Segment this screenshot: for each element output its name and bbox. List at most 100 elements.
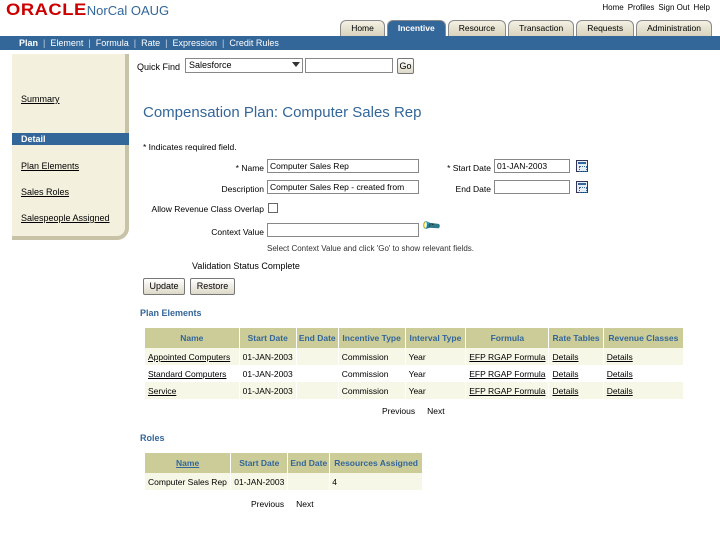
plan-elements-table: Name Start Date End Date Incentive Type … bbox=[145, 328, 685, 399]
context-value-label: Context Value bbox=[211, 227, 264, 237]
validation-status: Validation Status Complete bbox=[192, 261, 300, 271]
global-links: Home Profiles Sign Out Help bbox=[602, 3, 710, 12]
update-button[interactable]: Update bbox=[143, 278, 185, 295]
page-title: Compensation Plan: Computer Sales Rep bbox=[143, 104, 422, 121]
roles-table: Name Start Date End Date Resources Assig… bbox=[145, 453, 423, 490]
table-cell: 01-JAN-2003 bbox=[239, 365, 297, 382]
plan-elements-pager: Previous Next bbox=[382, 406, 445, 416]
formula-link[interactable]: EFP RGAP Formula bbox=[465, 348, 550, 365]
column-header[interactable]: End Date bbox=[287, 453, 331, 473]
subnav-credit-rules[interactable]: Credit Rules bbox=[224, 38, 284, 48]
required-note: * Indicates required field. bbox=[143, 142, 237, 152]
table-cell: Commission bbox=[338, 382, 406, 399]
formula-link[interactable]: EFP RGAP Formula bbox=[465, 365, 550, 382]
column-header[interactable]: Interval Type bbox=[405, 328, 467, 348]
table-cell: Commission bbox=[338, 348, 406, 365]
next-link[interactable]: Next bbox=[296, 499, 313, 509]
tab-administration[interactable]: Administration bbox=[636, 20, 712, 36]
tab-transaction[interactable]: Transaction bbox=[508, 20, 575, 36]
column-header[interactable]: Formula bbox=[465, 328, 550, 348]
element-name-link[interactable]: Service bbox=[145, 382, 240, 399]
table-cell: Commission bbox=[338, 365, 406, 382]
name-label: * Name bbox=[235, 163, 264, 173]
rate-tables-details-link[interactable]: Details bbox=[548, 365, 604, 382]
previous-link[interactable]: Previous bbox=[251, 499, 284, 509]
plan-elements-title: Plan Elements bbox=[140, 308, 202, 318]
next-link[interactable]: Next bbox=[427, 406, 444, 416]
description-field[interactable]: Computer Sales Rep - created from bbox=[267, 180, 419, 194]
calendar-icon[interactable] bbox=[576, 181, 588, 193]
end-date-field[interactable] bbox=[494, 180, 570, 194]
subnav-plan[interactable]: Plan bbox=[14, 38, 43, 48]
tab-resource[interactable]: Resource bbox=[447, 20, 507, 36]
revenue-classes-details-link[interactable]: Details bbox=[603, 365, 685, 382]
formula-link[interactable]: EFP RGAP Formula bbox=[465, 382, 550, 399]
quick-find-selected: Salesforce bbox=[189, 60, 232, 70]
sidenav-sales-roles[interactable]: Sales Roles bbox=[21, 187, 69, 197]
table-cell bbox=[287, 473, 331, 490]
start-date-field[interactable]: 01-JAN-2003 bbox=[494, 159, 570, 173]
tab-home[interactable]: Home bbox=[340, 20, 385, 36]
side-navigation: Summary Detail Plan Elements Sales Roles… bbox=[12, 54, 129, 240]
sidenav-detail[interactable]: Detail bbox=[12, 133, 129, 145]
roles-title: Roles bbox=[140, 433, 165, 443]
help-link[interactable]: Help bbox=[694, 3, 710, 12]
column-header[interactable]: Name bbox=[145, 328, 240, 348]
subnav-rate[interactable]: Rate bbox=[136, 38, 165, 48]
search-flashlight-icon[interactable]: 🔦 bbox=[420, 215, 443, 238]
quick-find-input[interactable] bbox=[305, 58, 393, 73]
column-header[interactable]: Revenue Classes bbox=[603, 328, 685, 348]
profiles-link[interactable]: Profiles bbox=[628, 3, 655, 12]
sidenav-salespeople-assigned[interactable]: Salespeople Assigned bbox=[21, 213, 110, 223]
column-header[interactable]: Rate Tables bbox=[548, 328, 604, 348]
oracle-wordmark: ORACLE bbox=[6, 0, 87, 19]
restore-button[interactable]: Restore bbox=[190, 278, 235, 295]
table-cell: Year bbox=[405, 348, 467, 365]
rate-tables-details-link[interactable]: Details bbox=[548, 348, 604, 365]
previous-link[interactable]: Previous bbox=[382, 406, 415, 416]
element-name-link[interactable]: Appointed Computers bbox=[145, 348, 240, 365]
sign-out-link[interactable]: Sign Out bbox=[658, 3, 689, 12]
roles-pager: Previous Next bbox=[251, 499, 314, 509]
context-value-field[interactable] bbox=[267, 223, 419, 237]
table-cell: 01-JAN-2003 bbox=[239, 382, 297, 399]
column-header[interactable]: Start Date bbox=[239, 328, 297, 348]
column-header[interactable]: Name bbox=[145, 453, 232, 473]
table-cell: 4 bbox=[329, 473, 423, 490]
subnav-expression[interactable]: Expression bbox=[167, 38, 222, 48]
element-name-link[interactable]: Standard Computers bbox=[145, 365, 240, 382]
overlap-checkbox[interactable] bbox=[268, 203, 278, 213]
subnav-formula[interactable]: Formula bbox=[91, 38, 134, 48]
column-header[interactable]: Resources Assigned bbox=[329, 453, 423, 473]
subnav-element[interactable]: Element bbox=[45, 38, 88, 48]
name-field[interactable]: Computer Sales Rep bbox=[267, 159, 419, 173]
sidenav-plan-elements[interactable]: Plan Elements bbox=[21, 161, 79, 171]
go-button[interactable]: Go bbox=[397, 58, 414, 74]
table-cell bbox=[296, 348, 339, 365]
tab-incentive[interactable]: Incentive bbox=[386, 20, 446, 36]
table-cell: Year bbox=[405, 365, 467, 382]
table-cell: Year bbox=[405, 382, 467, 399]
table-cell: 01-JAN-2003 bbox=[230, 473, 289, 490]
revenue-classes-details-link[interactable]: Details bbox=[603, 382, 685, 399]
calendar-icon[interactable] bbox=[576, 160, 588, 172]
table-row: Appointed Computers 01-JAN-2003 Commissi… bbox=[145, 348, 685, 365]
tab-requests[interactable]: Requests bbox=[576, 20, 635, 36]
column-header[interactable]: Start Date bbox=[230, 453, 289, 473]
table-row: Service 01-JAN-2003 Commission Year EFP … bbox=[145, 382, 685, 399]
table-header-row: Name Start Date End Date Resources Assig… bbox=[145, 453, 423, 473]
table-cell: Computer Sales Rep bbox=[145, 473, 232, 490]
revenue-classes-details-link[interactable]: Details bbox=[603, 348, 685, 365]
table-cell: 01-JAN-2003 bbox=[239, 348, 297, 365]
org-name: NorCal OAUG bbox=[86, 2, 170, 18]
table-header-row: Name Start Date End Date Incentive Type … bbox=[145, 328, 685, 348]
column-header[interactable]: End Date bbox=[296, 328, 339, 348]
quick-find-select[interactable]: Salesforce bbox=[185, 58, 303, 73]
rate-tables-details-link[interactable]: Details bbox=[548, 382, 604, 399]
column-header[interactable]: Incentive Type bbox=[338, 328, 406, 348]
context-hint: Select Context Value and click 'Go' to s… bbox=[267, 244, 475, 253]
description-label: Description bbox=[221, 184, 264, 194]
sidenav-summary[interactable]: Summary bbox=[21, 94, 60, 104]
home-link[interactable]: Home bbox=[602, 3, 623, 12]
main-tabs: Home Incentive Resource Transaction Requ… bbox=[340, 20, 712, 36]
